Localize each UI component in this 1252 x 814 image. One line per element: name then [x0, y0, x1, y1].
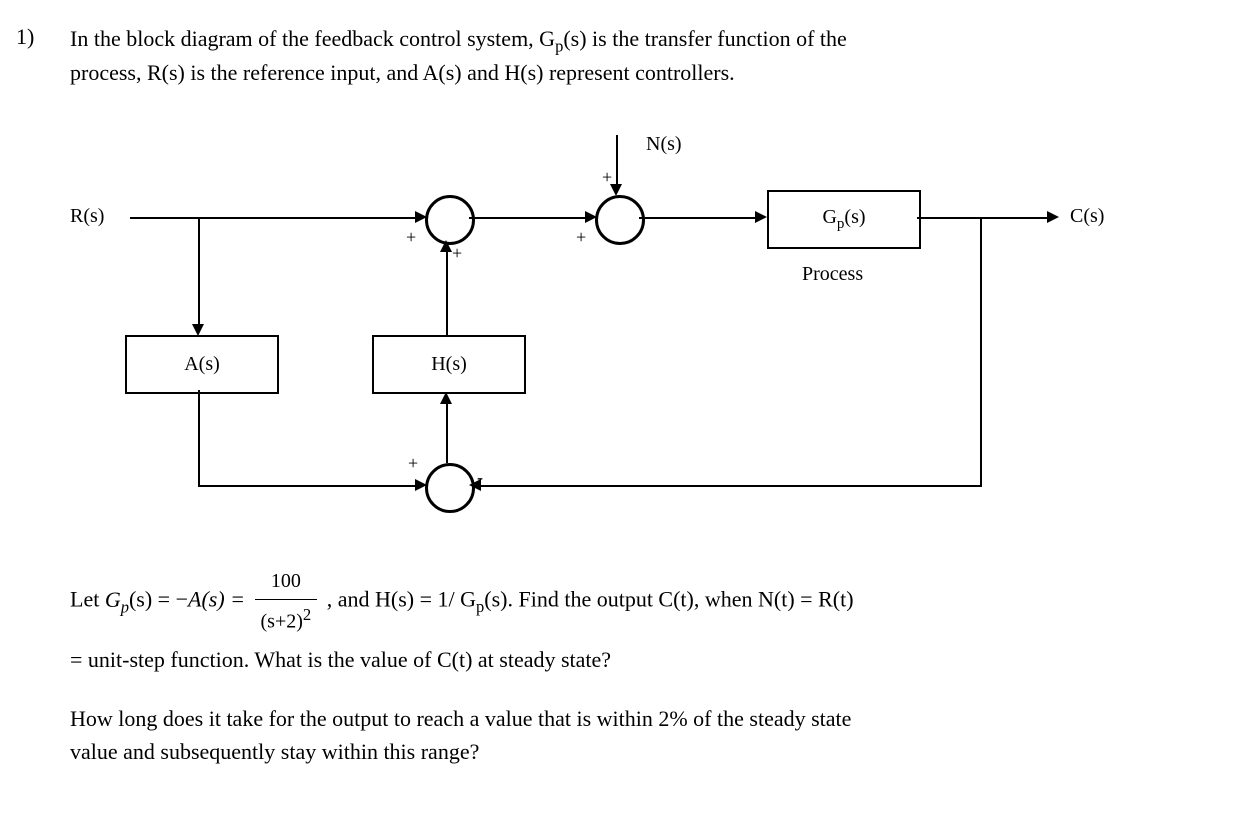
- line: [198, 217, 200, 325]
- Gp-s: (s): [844, 206, 865, 228]
- A-text: A(s): [184, 353, 220, 376]
- sub-p-3: p: [121, 597, 129, 616]
- Gp-text: G: [822, 206, 836, 228]
- block-diagram: R(s) + + + + N(s) Gp(s) Process C(s): [70, 135, 1120, 535]
- arrowhead-icon: [610, 184, 622, 196]
- eq-after-frac2: (s). Find the output C(t), when N(t) = R…: [484, 587, 853, 612]
- line: [639, 217, 755, 219]
- arrowhead-icon: [1047, 211, 1059, 223]
- q2-line1: How long does it take for the output to …: [70, 706, 851, 731]
- block-A: A(s): [125, 335, 279, 394]
- line: [481, 485, 982, 487]
- intro-1a: In the block diagram of the feedback con…: [70, 26, 555, 51]
- line: [469, 217, 585, 219]
- line: [198, 390, 200, 485]
- line: [446, 251, 448, 335]
- plus-sign: +: [408, 453, 418, 474]
- plus-sign: +: [576, 227, 586, 248]
- label-N: N(s): [646, 133, 682, 156]
- eq-s-eq: (s) = −: [129, 587, 188, 612]
- eq-As: A(s) =: [188, 587, 251, 612]
- q2-line2: value and subsequently stay within this …: [70, 739, 479, 764]
- plus-sign: +: [406, 227, 416, 248]
- line: [130, 217, 415, 219]
- eq-after-frac: , and H(s) = 1/ G: [327, 587, 476, 612]
- block-H: H(s): [372, 335, 526, 394]
- question-number: 1): [16, 24, 34, 50]
- frac-den: (s+2)2: [255, 600, 318, 640]
- intro-2: process, R(s) is the reference input, an…: [70, 60, 735, 85]
- arrowhead-icon: [469, 479, 481, 491]
- followup-question: How long does it take for the output to …: [70, 702, 1170, 768]
- line: [446, 403, 448, 463]
- summing-junction-1: [425, 195, 475, 245]
- frac-num: 100: [255, 563, 318, 600]
- H-text: H(s): [431, 353, 467, 376]
- label-C: C(s): [1070, 205, 1104, 228]
- question-intro: In the block diagram of the feedback con…: [70, 24, 1170, 87]
- line: [616, 135, 618, 185]
- intro-1b: (s) is the transfer function of the: [563, 26, 846, 51]
- arrowhead-icon: [440, 240, 452, 252]
- arrowhead-icon: [755, 211, 767, 223]
- frac-sq: 2: [303, 605, 311, 624]
- summing-junction-3: [425, 463, 475, 513]
- label-process: Process: [802, 263, 863, 286]
- frac-den-b: +2): [275, 611, 303, 633]
- summing-junction-2: [595, 195, 645, 245]
- frac-den-a: (s: [261, 611, 275, 633]
- eq-Gp: G: [105, 587, 121, 612]
- label-R: R(s): [70, 205, 104, 228]
- eq-line2: = unit-step function. What is the value …: [70, 647, 611, 672]
- block-Gp: Gp(s): [767, 190, 921, 249]
- line: [198, 485, 415, 487]
- line: [980, 217, 982, 487]
- line: [917, 217, 1047, 219]
- plus-sign: +: [452, 243, 462, 264]
- eq-let: Let: [70, 587, 105, 612]
- equation-block: Let Gp(s) = −A(s) = 100 (s+2)2 , and H(s…: [70, 563, 1170, 679]
- fraction: 100 (s+2)2: [255, 563, 318, 640]
